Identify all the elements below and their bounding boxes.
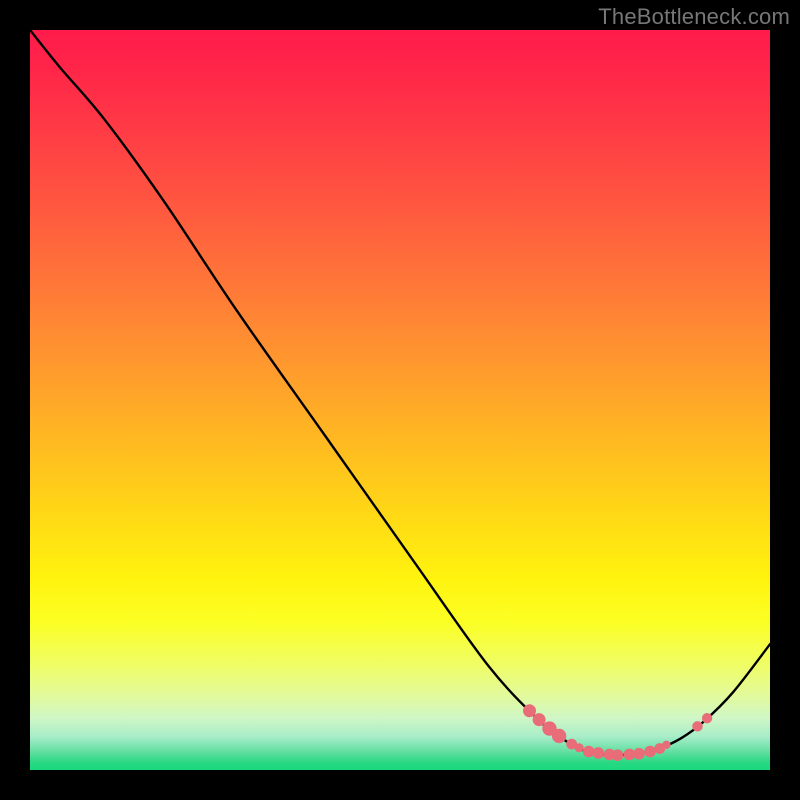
data-marker — [574, 743, 583, 752]
watermark-text: TheBottleneck.com — [598, 4, 790, 30]
chart-container: { "watermark": "TheBottleneck.com", "cha… — [0, 0, 800, 800]
data-marker — [702, 713, 712, 723]
data-marker — [533, 713, 546, 726]
data-marker — [644, 746, 656, 758]
data-marker — [612, 749, 624, 761]
data-marker — [593, 747, 605, 759]
data-marker — [662, 741, 670, 749]
data-marker — [692, 721, 702, 731]
data-marker — [523, 704, 536, 717]
chart-svg — [0, 0, 800, 800]
data-marker — [552, 729, 566, 743]
plot-background — [30, 30, 770, 770]
data-marker — [633, 748, 645, 760]
